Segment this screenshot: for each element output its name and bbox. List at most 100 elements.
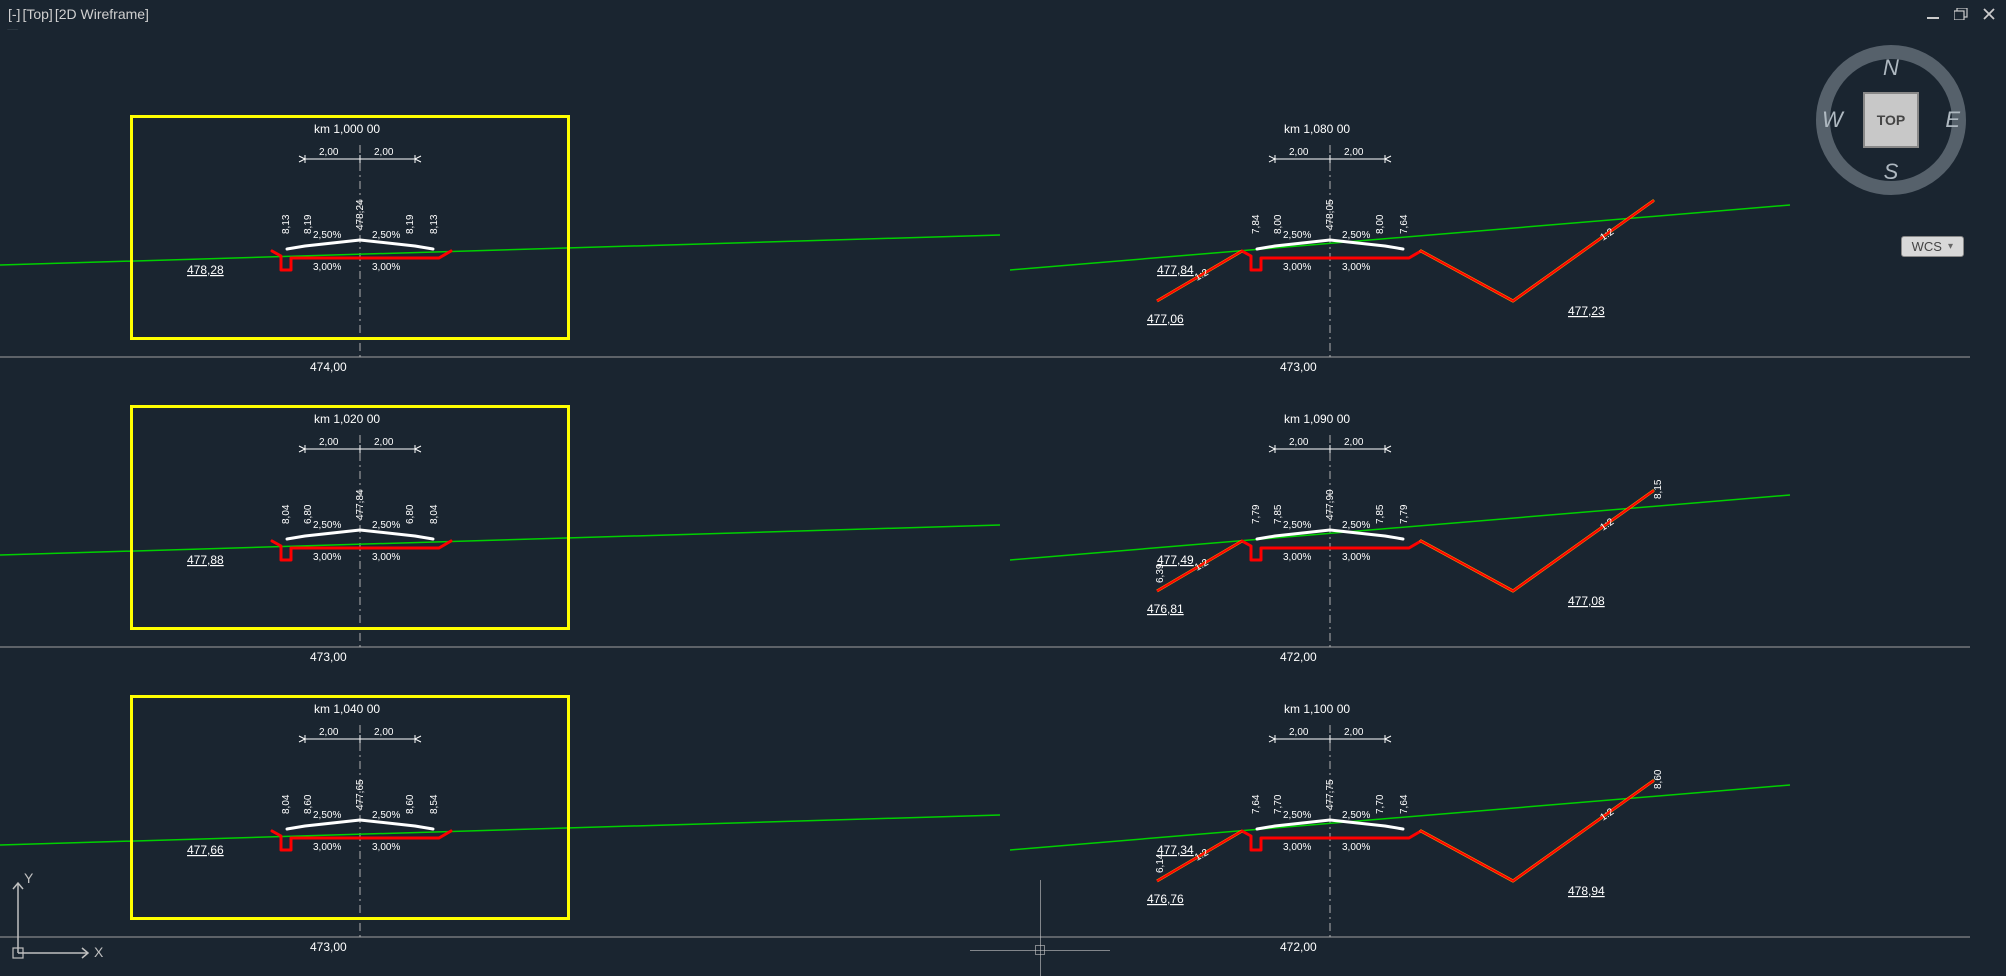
svg-text:478,05: 478,05 — [1325, 199, 1336, 230]
svg-text:477,88: 477,88 — [187, 553, 224, 567]
svg-text:3,00%: 3,00% — [372, 552, 400, 563]
svg-text:8,00: 8,00 — [1375, 214, 1386, 234]
svg-text:8,15: 8,15 — [1653, 479, 1664, 499]
svg-text:2,50%: 2,50% — [372, 810, 400, 821]
svg-text:2,50%: 2,50% — [372, 230, 400, 241]
svg-text:7,64: 7,64 — [1399, 214, 1410, 234]
viewcube[interactable]: TOP N S W E — [1806, 35, 1976, 205]
svg-text:473,00: 473,00 — [310, 940, 347, 954]
svg-text:7,79: 7,79 — [1399, 504, 1410, 524]
cross-section[interactable]: 473,00km 1,020 002,002,002,50%2,50%3,00%… — [0, 375, 1000, 675]
viewcube-face-top[interactable]: TOP — [1863, 92, 1919, 148]
svg-text:km 1,020 00: km 1,020 00 — [314, 412, 380, 426]
svg-text:477,06: 477,06 — [1147, 312, 1184, 326]
svg-text:2,00: 2,00 — [1344, 147, 1364, 158]
svg-text:2,00: 2,00 — [1289, 437, 1309, 448]
svg-text:2,00: 2,00 — [374, 437, 394, 448]
svg-text:8,00: 8,00 — [1273, 214, 1284, 234]
svg-text:473,00: 473,00 — [310, 650, 347, 664]
svg-text:7,79: 7,79 — [1251, 504, 1262, 524]
svg-text:3,00%: 3,00% — [1283, 262, 1311, 273]
svg-text:km 1,080 00: km 1,080 00 — [1284, 122, 1350, 136]
minimize-button[interactable] — [1924, 7, 1942, 21]
svg-text:477,90: 477,90 — [1325, 489, 1336, 520]
svg-text:474,00: 474,00 — [310, 360, 347, 374]
svg-text:7,64: 7,64 — [1251, 794, 1262, 814]
maximize-button[interactable] — [1952, 7, 1970, 21]
svg-text:2,50%: 2,50% — [313, 520, 341, 531]
wcs-label: WCS — [1912, 239, 1942, 254]
svg-text:2,00: 2,00 — [319, 147, 339, 158]
svg-text:472,00: 472,00 — [1280, 940, 1317, 954]
svg-text:477,08: 477,08 — [1568, 594, 1605, 608]
viewport-toggle[interactable]: [-] — [8, 6, 20, 22]
svg-text:477,65: 477,65 — [355, 779, 366, 810]
svg-text:3,00%: 3,00% — [313, 552, 341, 563]
svg-text:8,19: 8,19 — [405, 214, 416, 234]
svg-text:477,66: 477,66 — [187, 843, 224, 857]
svg-text:477,23: 477,23 — [1568, 304, 1605, 318]
cross-section[interactable]: 472,001:21:2476,81477,086,398,15km 1,090… — [970, 375, 1970, 675]
wcs-selector[interactable]: WCS — [1901, 236, 1964, 257]
svg-text:8,60: 8,60 — [303, 794, 314, 814]
svg-text:8,13: 8,13 — [281, 214, 292, 234]
svg-text:477,84: 477,84 — [355, 489, 366, 520]
svg-text:478,28: 478,28 — [187, 263, 224, 277]
svg-text:2,00: 2,00 — [1344, 727, 1364, 738]
svg-text:2,50%: 2,50% — [1283, 230, 1311, 241]
cross-section[interactable]: 472,001:21:2476,76478,946,148,60km 1,100… — [970, 665, 1970, 965]
svg-text:km 1,000 00: km 1,000 00 — [314, 122, 380, 136]
svg-text:8,60: 8,60 — [1653, 769, 1664, 789]
viewport-visual-style[interactable]: [2D Wireframe] — [55, 6, 149, 22]
svg-text:7,85: 7,85 — [1375, 504, 1386, 524]
svg-text:477,75: 477,75 — [1325, 779, 1336, 810]
cross-section[interactable]: 474,00 km 1,000 00 2,00 2,00 2,50% 2,50% 3,00%… — [0, 85, 1000, 385]
svg-text:3,00%: 3,00% — [372, 842, 400, 853]
svg-text:7,70: 7,70 — [1375, 794, 1386, 814]
viewcube-west[interactable]: W — [1822, 107, 1843, 133]
svg-text:7,64: 7,64 — [1399, 794, 1410, 814]
svg-text:472,00: 472,00 — [1280, 650, 1317, 664]
svg-text:2,00: 2,00 — [374, 727, 394, 738]
svg-text:3,00%: 3,00% — [313, 262, 341, 273]
svg-text:2,00: 2,00 — [374, 147, 394, 158]
viewcube-south[interactable]: S — [1884, 159, 1899, 185]
svg-text:2,00: 2,00 — [1289, 147, 1309, 158]
svg-text:km 1,090 00: km 1,090 00 — [1284, 412, 1350, 426]
svg-text:6,80: 6,80 — [303, 504, 314, 524]
viewcube-north[interactable]: N — [1883, 55, 1899, 81]
svg-text:2,50%: 2,50% — [313, 810, 341, 821]
viewport-orientation[interactable]: [Top] — [22, 6, 52, 22]
svg-text:2,00: 2,00 — [319, 437, 339, 448]
svg-text:3,00%: 3,00% — [1283, 552, 1311, 563]
svg-text:km 1,040 00: km 1,040 00 — [314, 702, 380, 716]
svg-text:476,76: 476,76 — [1147, 892, 1184, 906]
svg-text:3,00%: 3,00% — [1342, 262, 1370, 273]
cross-section[interactable]: 473,00 km 1,040 00 2,00 2,00 2,50% 2,50% 3,00%… — [0, 665, 1000, 965]
svg-text:2,00: 2,00 — [319, 727, 339, 738]
svg-text:477,34: 477,34 — [1157, 843, 1194, 857]
svg-text:7,70: 7,70 — [1273, 794, 1284, 814]
drawing-canvas[interactable]: 474,00 km 1,000 00 2,00 2,00 2,50% 2,50% 3,00%… — [0, 30, 2006, 976]
svg-text:2,00: 2,00 — [1344, 437, 1364, 448]
svg-text:7,85: 7,85 — [1273, 504, 1284, 524]
svg-text:2,50%: 2,50% — [1342, 230, 1370, 241]
svg-text:8,04: 8,04 — [429, 504, 440, 524]
svg-text:km 1,100 00: km 1,100 00 — [1284, 702, 1350, 716]
viewcube-east[interactable]: E — [1945, 107, 1960, 133]
svg-text:477,84: 477,84 — [1157, 263, 1194, 277]
svg-text:8,04: 8,04 — [281, 504, 292, 524]
svg-text:7,84: 7,84 — [1251, 214, 1262, 234]
svg-text:478,24: 478,24 — [355, 199, 366, 230]
close-button[interactable] — [1980, 7, 1998, 21]
svg-text:3,00%: 3,00% — [1283, 842, 1311, 853]
svg-text:2,50%: 2,50% — [1283, 520, 1311, 531]
svg-text:477,49: 477,49 — [1157, 553, 1194, 567]
svg-text:2,50%: 2,50% — [313, 230, 341, 241]
svg-text:6,80: 6,80 — [405, 504, 416, 524]
svg-text:8,60: 8,60 — [405, 794, 416, 814]
svg-text:8,54: 8,54 — [429, 794, 440, 814]
svg-text:3,00%: 3,00% — [313, 842, 341, 853]
svg-text:2,00: 2,00 — [1289, 727, 1309, 738]
svg-text:476,81: 476,81 — [1147, 602, 1184, 616]
